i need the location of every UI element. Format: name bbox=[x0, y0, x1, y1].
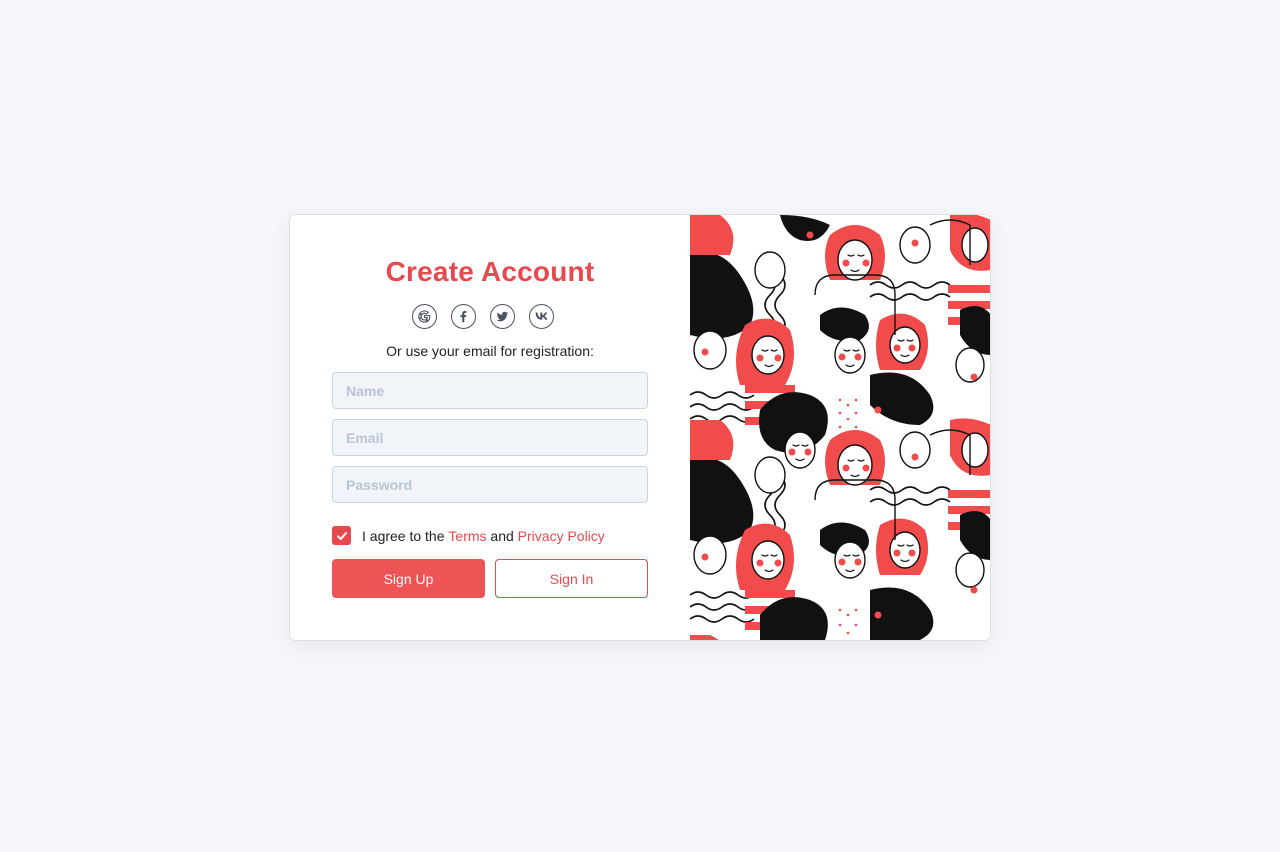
page-title: Create Account bbox=[385, 256, 595, 287]
vk-icon bbox=[535, 312, 548, 320]
checkmark-icon bbox=[336, 531, 347, 540]
sign-up-button[interactable]: Sign Up bbox=[332, 559, 485, 598]
agree-prefix-text: I agree to the bbox=[362, 527, 449, 544]
signup-form: Create Account Or use your email for reg… bbox=[290, 215, 690, 640]
email-input[interactable] bbox=[332, 419, 648, 456]
facebook-icon bbox=[460, 311, 467, 323]
vk-button[interactable] bbox=[529, 304, 554, 329]
google-icon bbox=[418, 310, 431, 323]
people-crowd-illustration bbox=[690, 215, 990, 640]
social-login-row bbox=[412, 304, 554, 329]
agree-and-text: and bbox=[486, 527, 518, 544]
terms-agreement: I agree to the Terms and Privacy Policy bbox=[332, 526, 605, 545]
name-input[interactable] bbox=[332, 372, 648, 409]
twitter-button[interactable] bbox=[490, 304, 515, 329]
signup-card: Create Account Or use your email for reg… bbox=[289, 214, 991, 641]
sign-in-button[interactable]: Sign In bbox=[495, 559, 648, 598]
password-input[interactable] bbox=[332, 466, 648, 503]
google-button[interactable] bbox=[412, 304, 437, 329]
privacy-policy-link[interactable]: Privacy Policy bbox=[518, 528, 605, 544]
twitter-icon bbox=[496, 311, 509, 322]
agree-checkbox[interactable] bbox=[332, 526, 351, 545]
registration-hint: Or use your email for registration: bbox=[386, 343, 594, 359]
facebook-button[interactable] bbox=[451, 304, 476, 329]
terms-link[interactable]: Terms bbox=[448, 528, 486, 544]
